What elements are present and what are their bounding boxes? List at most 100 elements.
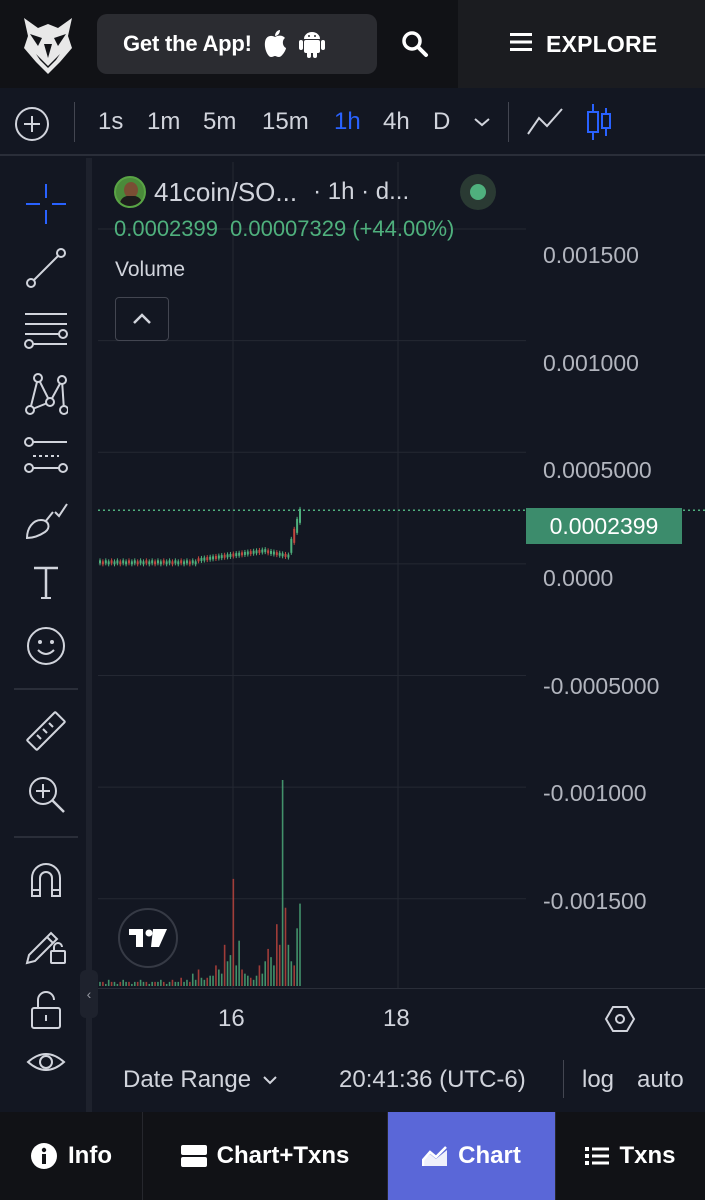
timeframe-1h[interactable]: 1h <box>334 108 361 136</box>
volume-bar <box>113 981 116 986</box>
volume-bar <box>290 961 293 986</box>
eye-icon[interactable] <box>22 1038 70 1086</box>
volume-bar <box>276 924 278 986</box>
collapse-toolbar-handle[interactable]: ‹ <box>80 970 98 1018</box>
candle-body <box>139 560 142 564</box>
volume-bar <box>104 983 107 986</box>
candle-body <box>270 550 273 554</box>
toolbar-separator <box>14 688 78 690</box>
time-tick-label: 18 <box>383 1005 410 1032</box>
candle-body <box>101 561 104 565</box>
date-range-button[interactable]: Date Range <box>123 1066 279 1094</box>
volume-bar <box>232 878 235 986</box>
nav-chart-button[interactable]: Chart <box>388 1112 556 1200</box>
price-tick-label: -0.001500 <box>543 888 647 914</box>
trend-line-icon[interactable] <box>22 244 70 292</box>
volume-bar <box>136 981 139 986</box>
drawing-toolbar <box>0 158 92 1112</box>
owl-logo-icon[interactable] <box>20 14 76 76</box>
volume-bar <box>229 955 232 986</box>
volume-bar <box>281 780 284 986</box>
lock-drawings-pencil-icon[interactable] <box>22 920 70 968</box>
zoom-in-icon[interactable] <box>22 770 70 818</box>
timeframe-5m[interactable]: 5m <box>203 108 236 136</box>
nav-info-button[interactable]: Info <box>0 1112 143 1200</box>
candle-body <box>264 549 267 553</box>
candle-body <box>246 551 249 555</box>
candles-chart-type-icon[interactable] <box>584 102 614 147</box>
candle-body <box>267 550 270 554</box>
tradingview-logo-icon[interactable] <box>118 908 178 968</box>
volume-bar <box>157 981 159 986</box>
lock-icon[interactable] <box>22 986 70 1034</box>
explore-button[interactable]: EXPLORE <box>458 0 705 88</box>
line-chart-type-icon[interactable] <box>525 104 565 145</box>
candle-body <box>133 560 136 564</box>
chart-canvas <box>98 162 705 988</box>
candle-body <box>174 560 177 564</box>
volume-bar <box>203 979 206 986</box>
pattern-tool-icon[interactable] <box>22 370 70 418</box>
fib-retracement-icon[interactable] <box>22 306 70 354</box>
candle-body <box>180 560 183 564</box>
candle-body <box>241 552 244 556</box>
get-the-app-button[interactable]: Get the App! <box>97 14 377 74</box>
nav-chart-txns-button[interactable]: Chart+Txns <box>143 1112 388 1200</box>
price-tick-label: 0.001500 <box>543 242 639 268</box>
price-tick-label: 0.001000 <box>543 350 639 376</box>
bottom-navigation: Info Chart+Txns Chart Txns <box>0 1112 705 1200</box>
crosshair-icon[interactable] <box>22 180 70 228</box>
nav-txns-button[interactable]: Txns <box>556 1112 705 1200</box>
candle-body <box>162 560 165 564</box>
volume-bar <box>148 983 151 986</box>
settings-hexagon-icon[interactable] <box>604 1003 636 1035</box>
timezone-clock[interactable]: 20:41:36 (UTC-6) <box>339 1066 526 1094</box>
volume-collapse-button[interactable] <box>115 297 169 341</box>
add-symbol-icon[interactable] <box>14 106 50 142</box>
volume-bar <box>235 965 238 986</box>
price-chart[interactable] <box>98 162 705 988</box>
time-axis[interactable]: 16 18 <box>98 988 705 1046</box>
candle-body <box>206 557 209 561</box>
volume-bar <box>296 928 298 986</box>
emoji-icon[interactable] <box>22 622 70 670</box>
forecast-tool-icon[interactable] <box>22 432 70 480</box>
volume-bar <box>206 977 209 986</box>
symbol-name[interactable]: 41coin/SO... <box>154 177 297 208</box>
volume-bar <box>252 979 255 986</box>
candle-body <box>113 561 116 565</box>
volume-indicator-title: Volume <box>115 258 186 281</box>
timeframe-4h[interactable]: 4h <box>383 108 410 136</box>
search-icon[interactable] <box>395 24 435 64</box>
candle-body <box>122 560 125 564</box>
candle-body <box>278 552 281 556</box>
top-header: Get the App! EXPLORE <box>0 0 705 88</box>
candle-body <box>272 551 275 555</box>
candle-body <box>252 550 255 554</box>
area-chart-icon <box>422 1146 448 1166</box>
magnet-icon[interactable] <box>22 856 70 904</box>
text-tool-icon[interactable] <box>22 558 70 606</box>
auto-scale-button[interactable]: auto <box>637 1066 684 1094</box>
candle-body <box>130 561 133 565</box>
log-scale-button[interactable]: log <box>582 1066 614 1094</box>
volume-bar <box>122 979 124 986</box>
price-tick-label: -0.001000 <box>543 780 647 806</box>
volume-bar <box>299 903 301 986</box>
ruler-icon[interactable] <box>22 708 70 756</box>
volume-bar <box>142 981 145 986</box>
timeframe-15m[interactable]: 15m <box>262 108 309 136</box>
candle-body <box>235 553 238 557</box>
volume-bar <box>133 981 136 986</box>
chevron-down-icon[interactable] <box>472 114 492 135</box>
candle-body <box>168 560 171 564</box>
timeframe-1s[interactable]: 1s <box>98 108 123 136</box>
volume-bar <box>102 981 104 986</box>
candle-body <box>104 560 107 564</box>
timeframe-d[interactable]: D <box>433 108 450 136</box>
candle-body <box>203 557 206 561</box>
volume-bar <box>160 979 162 986</box>
candle-body <box>200 557 203 561</box>
timeframe-1m[interactable]: 1m <box>147 108 180 136</box>
brush-icon[interactable] <box>22 496 70 544</box>
